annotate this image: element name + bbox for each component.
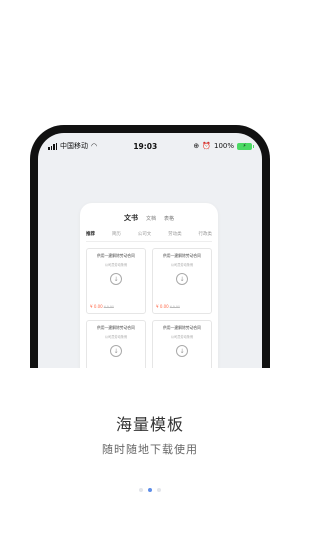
carrier-label: 中国移动 [60,142,88,150]
subtab-labor: 劳动类 [168,232,182,237]
onboarding-title: 海量模板 [115,415,184,434]
template-price: ¥ 0.00¥ 9.90 [90,304,114,309]
template-title: 供用一建解除劳动合同 [97,325,135,330]
template-subtitle: 公司员劳动条例 [170,263,194,267]
tab-docs: 文档 [145,216,156,222]
battery-percent: 100% [213,142,234,150]
template-subtitle: 公司员劳动条例 [170,335,194,339]
location-icon: ⊕ [193,142,200,150]
subtab-admin: 行政类 [198,232,213,237]
template-grid: 供用一建解除劳动合同 公司员劳动条例 ↓ ¥ 0.00¥ 9.90 供用一建解除… [86,248,212,386]
onboarding-panel: 海量模板 随时随地下载使用 [0,368,300,533]
template-price: ¥ 0.00¥ 9.90 [156,304,180,309]
page-dot[interactable] [139,488,143,492]
template-subtitle: 公司员劳动条例 [104,263,128,267]
download-icon: ↓ [176,273,188,285]
template-title: 供用一建解除劳动合同 [163,253,201,258]
battery-icon: ⚡ [237,142,254,150]
signal-icon [48,142,57,150]
status-time: 19:03 [133,141,158,151]
status-left: 中国移动 ◠ [48,141,97,151]
alarm-icon: ⏰ [202,142,211,150]
template-subtitle: 公司员劳动条例 [104,335,128,339]
preview-sub-tabs: 推荐 简历 公司文 劳动类 行政类 [86,231,212,242]
page-dot-active[interactable] [148,488,152,492]
wifi-icon: ◠ [91,142,98,150]
page-dot[interactable] [157,488,161,492]
tab-documents: 文书 [123,214,138,222]
subtab-recommend: 推荐 [86,232,95,237]
subtab-company: 公司文 [137,232,152,237]
preview-top-tabs: 文书 文档 表格 [86,213,212,223]
download-icon: ↓ [110,345,122,357]
subtab-resume: 简历 [111,232,121,237]
download-icon: ↓ [176,345,188,357]
template-title: 供用一建解除劳动合同 [97,253,135,258]
tab-sheets: 表格 [164,216,175,222]
status-right: ⊕ ⏰ 100% ⚡ [193,142,254,150]
page-indicator[interactable] [139,488,161,492]
onboarding-subtitle: 随时随地下载使用 [102,443,198,456]
status-bar: 中国移动 ◠ 19:03 ⊕ ⏰ 100% ⚡ [38,133,262,159]
download-icon: ↓ [110,273,122,285]
template-title: 供用一建解除劳动合同 [163,325,201,330]
template-card: 供用一建解除劳动合同 公司员劳动条例 ↓ ¥ 0.00¥ 9.90 [86,248,146,314]
template-card: 供用一建解除劳动合同 公司员劳动条例 ↓ ¥ 0.00¥ 9.90 [152,248,212,314]
